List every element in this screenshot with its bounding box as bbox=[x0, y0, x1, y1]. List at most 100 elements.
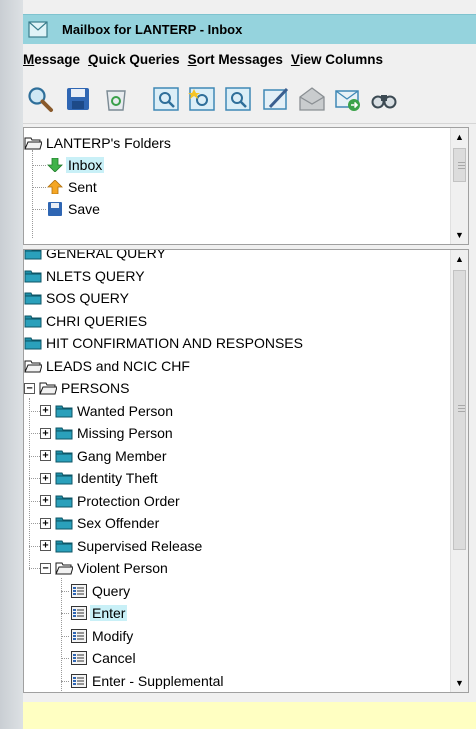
tree-folder[interactable]: + Wanted Person bbox=[40, 400, 175, 422]
tree-folder[interactable]: CHRI QUERIES bbox=[24, 310, 149, 332]
tree-form-item[interactable]: Enter - Supplemental bbox=[70, 670, 226, 692]
open-folder-icon bbox=[24, 360, 42, 372]
save-button[interactable] bbox=[63, 84, 93, 114]
sent-arrow-icon bbox=[47, 180, 63, 194]
folders-root[interactable]: LANTERP's Folders bbox=[24, 132, 173, 154]
expand-toggle[interactable]: + bbox=[40, 495, 51, 506]
tree-folder[interactable]: + Sex Offender bbox=[40, 512, 161, 534]
menu-sort-messages[interactable]: Sort Messages bbox=[188, 52, 283, 67]
tree-item-label: Protection Order bbox=[77, 492, 180, 509]
tree-folder[interactable]: + Gang Member bbox=[40, 445, 168, 467]
folder-icon bbox=[24, 270, 42, 282]
expand-toggle[interactable]: + bbox=[40, 540, 51, 551]
open-folder-icon bbox=[24, 137, 42, 150]
folders-scrollbar[interactable]: ▲ ▼ bbox=[450, 128, 468, 244]
form-icon bbox=[71, 651, 87, 665]
expand-toggle[interactable]: + bbox=[40, 472, 51, 484]
folder-icon bbox=[55, 540, 73, 552]
scroll-down-button[interactable]: ▼ bbox=[451, 674, 468, 692]
folder-icon bbox=[55, 427, 73, 440]
magnifier-icon bbox=[28, 87, 53, 112]
save-disk-icon bbox=[67, 88, 89, 110]
tree-item-label: Identity Theft bbox=[77, 470, 158, 486]
folder-sent[interactable]: Sent bbox=[46, 176, 99, 198]
folder-icon bbox=[55, 472, 73, 485]
tree-folder[interactable]: NLETS QUERY bbox=[24, 265, 147, 287]
tree-item-label: HIT CONFIRMATION AND RESPONSES bbox=[46, 335, 303, 351]
tree-folder[interactable]: + Identity Theft bbox=[40, 467, 160, 489]
search-button[interactable] bbox=[25, 84, 55, 114]
menu-view-columns[interactable]: View Columns bbox=[291, 52, 383, 67]
open-mail-icon bbox=[299, 87, 325, 111]
tree-folder[interactable]: + Protection Order bbox=[40, 490, 182, 512]
tree-folder[interactable]: + Missing Person bbox=[40, 422, 175, 444]
scroll-down-button[interactable]: ▼ bbox=[451, 226, 468, 244]
tree-item-label: Violent Person bbox=[77, 560, 168, 576]
tree-folder-persons[interactable]: − PERSONS bbox=[24, 377, 131, 399]
tree-form-item[interactable]: Cancel bbox=[70, 647, 138, 669]
expand-toggle[interactable]: + bbox=[40, 517, 51, 529]
find-message-button[interactable] bbox=[151, 84, 181, 114]
tree-form-item[interactable]: Modify bbox=[70, 625, 135, 647]
query-tree-panel: GENERAL QUERY NLETS QUERY SOS QUERY CHRI QU… bbox=[23, 249, 469, 693]
find-new-button[interactable] bbox=[187, 84, 217, 114]
expand-toggle[interactable]: + bbox=[40, 450, 51, 461]
folder-icon bbox=[24, 250, 42, 260]
tree-item-label: Sex Offender bbox=[77, 515, 160, 531]
tree-form-item[interactable]: Query bbox=[70, 580, 132, 602]
inbox-arrow-icon bbox=[47, 158, 63, 172]
tree-item-label: Modify bbox=[92, 627, 134, 644]
scroll-thumb[interactable] bbox=[453, 148, 466, 182]
compose-button[interactable] bbox=[261, 84, 291, 114]
status-bar bbox=[23, 702, 476, 729]
form-icon bbox=[71, 628, 87, 643]
send-receive-icon bbox=[335, 90, 360, 111]
collapse-toggle[interactable]: − bbox=[40, 562, 51, 574]
scroll-up-button[interactable]: ▲ bbox=[451, 250, 468, 268]
tree-folder[interactable]: GENERAL QUERY bbox=[24, 249, 168, 264]
tree-folder-violent-person[interactable]: − Violent Person bbox=[40, 557, 170, 579]
folder-icon bbox=[55, 495, 73, 507]
binoculars-icon bbox=[371, 95, 397, 109]
folders-panel: LANTERP's Folders Inbox Sent Save ▲ ▼ bbox=[23, 127, 469, 245]
tree-item-label: Supervised Release bbox=[77, 537, 203, 554]
tree-item-label: SOS QUERY bbox=[46, 290, 129, 306]
scroll-thumb[interactable] bbox=[453, 270, 466, 550]
tree-folder[interactable]: LEADS and NCIC CHF bbox=[24, 355, 192, 377]
find-message-icon bbox=[153, 87, 179, 111]
folder-icon bbox=[55, 517, 73, 530]
find-new-icon bbox=[188, 87, 215, 111]
tree-item-label: GENERAL QUERY bbox=[46, 249, 166, 261]
folder-icon bbox=[24, 337, 42, 350]
tree-form-item[interactable]: Enter bbox=[70, 602, 128, 624]
window-title: Mailbox for LANTERP - Inbox bbox=[62, 22, 243, 37]
tree-item-label: Gang Member bbox=[77, 447, 167, 464]
tree-folder[interactable]: + Supervised Release bbox=[40, 535, 204, 557]
menu-message[interactable]: Message bbox=[23, 52, 80, 67]
find-message-icon bbox=[225, 87, 251, 111]
scroll-up-button[interactable]: ▲ bbox=[451, 128, 468, 146]
tree-item-label: NLETS QUERY bbox=[46, 267, 145, 284]
find-more-button[interactable] bbox=[223, 84, 253, 114]
tree-item-label: Enter bbox=[90, 605, 128, 621]
tree-scrollbar[interactable]: ▲ ▼ bbox=[450, 250, 468, 692]
menu-quick-queries[interactable]: Quick Queries bbox=[88, 52, 180, 67]
compose-icon bbox=[263, 87, 289, 110]
folder-save[interactable]: Save bbox=[46, 198, 102, 220]
collapse-toggle[interactable]: − bbox=[24, 382, 35, 394]
desktop-edge bbox=[0, 0, 23, 729]
tree-folder[interactable]: SOS QUERY bbox=[24, 287, 131, 309]
delete-button[interactable] bbox=[101, 84, 131, 114]
form-icon bbox=[71, 606, 87, 620]
open-mail-button[interactable] bbox=[297, 84, 327, 114]
folder-icon bbox=[24, 292, 42, 305]
tree-folder[interactable]: HIT CONFIRMATION AND RESPONSES bbox=[24, 332, 305, 354]
folder-inbox[interactable]: Inbox bbox=[46, 154, 105, 176]
tree-form-item[interactable]: Cancel - Supplemental bbox=[70, 692, 236, 693]
expand-toggle[interactable]: + bbox=[40, 427, 51, 439]
send-receive-button[interactable] bbox=[333, 84, 363, 114]
binoculars-button[interactable] bbox=[369, 84, 399, 114]
save-disk-icon bbox=[48, 202, 62, 216]
expand-toggle[interactable]: + bbox=[40, 405, 51, 416]
tree-item-label: Enter - Supplemental bbox=[92, 672, 224, 689]
